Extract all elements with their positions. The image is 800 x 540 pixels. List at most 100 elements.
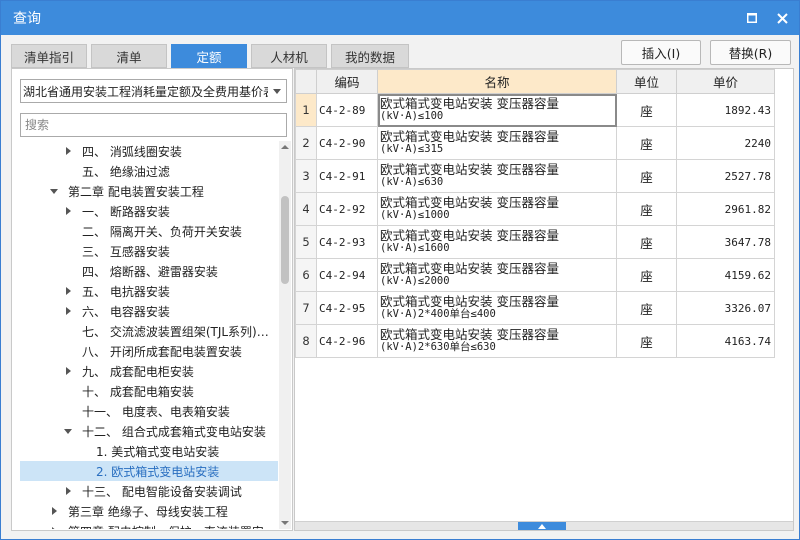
table-row[interactable]: 1 C4-2-89 欧式箱式变电站安装 变压器容量 (kV·A)≤100 座 1892.4…	[295, 93, 775, 127]
expand-icon[interactable]	[48, 525, 60, 529]
tree-item[interactable]: 五、 绝缘油过滤	[20, 161, 278, 181]
table-row[interactable]: 6 C4-2-94 欧式箱式变电站安装 变压器容量 (kV·A)≤2000 座 4159.…	[295, 258, 775, 292]
expand-icon[interactable]	[62, 305, 74, 317]
cell-code[interactable]: C4-2-92	[316, 192, 378, 226]
expand-icon[interactable]	[62, 145, 74, 157]
cell-code[interactable]: C4-2-89	[316, 93, 378, 127]
tree-item[interactable]: 一、 断路器安装	[20, 201, 278, 221]
tree-item[interactable]: 2. 欧式箱式变电站安装	[20, 461, 278, 481]
cell-price[interactable]: 2961.82	[676, 192, 775, 226]
table-row[interactable]: 7 C4-2-95 欧式箱式变电站安装 变压器容量 (kV·A)2*400单台≤400…	[295, 291, 775, 325]
cell-unit[interactable]: 座	[616, 258, 677, 292]
panel-splitter[interactable]	[295, 521, 793, 530]
row-number[interactable]: 7	[295, 291, 317, 325]
tree-item[interactable]: 十一、 电度表、电表箱安装	[20, 401, 278, 421]
table-row[interactable]: 8 C4-2-96 欧式箱式变电站安装 变压器容量 (kV·A)2*630单台≤630…	[295, 324, 775, 358]
cell-name[interactable]: 欧式箱式变电站安装 变压器容量 (kV·A)≤630	[377, 159, 617, 193]
table-row[interactable]: 3 C4-2-91 欧式箱式变电站安装 变压器容量 (kV·A)≤630 座 2527.7…	[295, 159, 775, 193]
tree-item[interactable]: 十二、 组合式成套箱式变电站安装	[20, 421, 278, 441]
library-select[interactable]: 湖北省通用安装工程消耗量定额及全费用基价表	[20, 79, 287, 103]
row-number[interactable]: 1	[295, 93, 317, 127]
row-number[interactable]: 6	[295, 258, 317, 292]
tree-item[interactable]: 七、 交流滤波装置组架(TJL系列)…	[20, 321, 278, 341]
cell-unit[interactable]: 座	[616, 225, 677, 259]
tab-my-data[interactable]: 我的数据	[331, 44, 409, 68]
tab-bill[interactable]: 清单	[91, 44, 167, 68]
row-number[interactable]: 8	[295, 324, 317, 358]
row-number[interactable]: 5	[295, 225, 317, 259]
cell-unit[interactable]: 座	[616, 192, 677, 226]
row-number[interactable]: 2	[295, 126, 317, 160]
cell-name[interactable]: 欧式箱式变电站安装 变压器容量 (kV·A)2*400单台≤400	[377, 291, 617, 325]
cell-price[interactable]: 1892.43	[676, 93, 775, 127]
tree-item[interactable]: 四、 消弧线圈安装	[20, 141, 278, 161]
expand-icon[interactable]	[62, 365, 74, 377]
tree-item[interactable]: 1. 美式箱式变电站安装	[20, 441, 278, 461]
tree-item[interactable]: 三、 互感器安装	[20, 241, 278, 261]
row-number[interactable]: 4	[295, 192, 317, 226]
cell-code[interactable]: C4-2-94	[316, 258, 378, 292]
tree-item[interactable]: 第三章 绝缘子、母线安装工程	[20, 501, 278, 521]
tree-item[interactable]: 第四章 配电控制、保护、直流装置安…	[20, 521, 278, 529]
chevron-down-icon[interactable]	[268, 80, 286, 102]
collapse-icon[interactable]	[48, 185, 60, 197]
row-number[interactable]: 3	[295, 159, 317, 193]
tree-item[interactable]: 八、 开闭所成套配电装置安装	[20, 341, 278, 361]
title-bar[interactable]: 查询	[1, 1, 799, 35]
table-row[interactable]: 2 C4-2-90 欧式箱式变电站安装 变压器容量 (kV·A)≤315 座 2240	[295, 126, 775, 160]
expand-icon[interactable]	[62, 485, 74, 497]
tree-scrollbar[interactable]	[279, 141, 291, 529]
maximize-button[interactable]	[739, 5, 765, 31]
tree-item[interactable]: 十、 成套配电箱安装	[20, 381, 278, 401]
search-input[interactable]	[20, 113, 287, 137]
table-row[interactable]: 5 C4-2-93 欧式箱式变电站安装 变压器容量 (kV·A)≤1600 座 3647.…	[295, 225, 775, 259]
cell-unit[interactable]: 座	[616, 324, 677, 358]
cell-code[interactable]: C4-2-96	[316, 324, 378, 358]
tree-item[interactable]: 六、 电容器安装	[20, 301, 278, 321]
tree-item[interactable]: 二、 隔离开关、负荷开关安装	[20, 221, 278, 241]
cell-unit[interactable]: 座	[616, 159, 677, 193]
expand-icon[interactable]	[62, 285, 74, 297]
tab-quota[interactable]: 定额	[171, 44, 247, 68]
cell-price[interactable]: 3326.07	[676, 291, 775, 325]
table-row[interactable]: 4 C4-2-92 欧式箱式变电站安装 变压器容量 (kV·A)≤1000 座 2961.…	[295, 192, 775, 226]
cell-code[interactable]: C4-2-90	[316, 126, 378, 160]
insert-button[interactable]: 插入(I)	[621, 40, 701, 65]
column-header-code[interactable]: 编码	[316, 69, 378, 94]
column-header-unit[interactable]: 单位	[616, 69, 677, 94]
cell-unit[interactable]: 座	[616, 93, 677, 127]
collapse-icon[interactable]	[62, 425, 74, 437]
cell-code[interactable]: C4-2-93	[316, 225, 378, 259]
cell-unit[interactable]: 座	[616, 291, 677, 325]
expand-icon[interactable]	[48, 505, 60, 517]
tree-item[interactable]: 十三、 配电智能设备安装调试	[20, 481, 278, 501]
cell-name[interactable]: 欧式箱式变电站安装 变压器容量 (kV·A)≤315	[377, 126, 617, 160]
tree-item[interactable]: 第二章 配电装置安装工程	[20, 181, 278, 201]
cell-name[interactable]: 欧式箱式变电站安装 变压器容量 (kV·A)≤1000	[377, 192, 617, 226]
cell-name[interactable]: 欧式箱式变电站安装 变压器容量 (kV·A)≤1600	[377, 225, 617, 259]
column-header-price[interactable]: 单价	[676, 69, 775, 94]
cell-price[interactable]: 3647.78	[676, 225, 775, 259]
cell-name[interactable]: 欧式箱式变电站安装 变压器容量 (kV·A)≤100	[377, 93, 617, 127]
expand-icon[interactable]	[62, 205, 74, 217]
cell-price[interactable]: 4159.62	[676, 258, 775, 292]
column-header-name[interactable]: 名称	[377, 69, 617, 94]
tab-labor-materials[interactable]: 人材机	[251, 44, 327, 68]
cell-code[interactable]: C4-2-95	[316, 291, 378, 325]
cell-price[interactable]: 4163.74	[676, 324, 775, 358]
scroll-thumb[interactable]	[281, 196, 289, 284]
cell-name[interactable]: 欧式箱式变电站安装 变压器容量 (kV·A)2*630单台≤630	[377, 324, 617, 358]
cell-name[interactable]: 欧式箱式变电站安装 变压器容量 (kV·A)≤2000	[377, 258, 617, 292]
tab-bill-guide[interactable]: 清单指引	[11, 44, 87, 68]
tree-item[interactable]: 五、 电抗器安装	[20, 281, 278, 301]
splitter-handle[interactable]	[518, 522, 566, 530]
cell-unit[interactable]: 座	[616, 126, 677, 160]
cell-price[interactable]: 2527.78	[676, 159, 775, 193]
tree-item[interactable]: 四、 熔断器、避雷器安装	[20, 261, 278, 281]
close-button[interactable]	[769, 5, 795, 31]
scroll-up-icon[interactable]	[281, 143, 289, 151]
cell-code[interactable]: C4-2-91	[316, 159, 378, 193]
replace-button[interactable]: 替换(R)	[710, 40, 791, 65]
tree-item[interactable]: 九、 成套配电柜安装	[20, 361, 278, 381]
cell-price[interactable]: 2240	[676, 126, 775, 160]
